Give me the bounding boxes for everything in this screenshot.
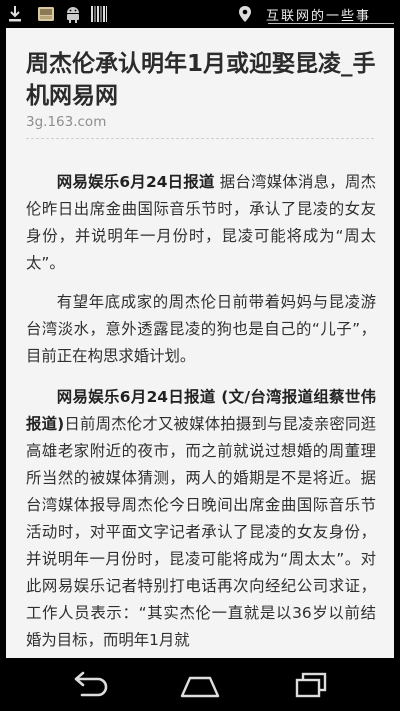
watermark-text: 互联网的一些事 xyxy=(266,9,372,24)
status-bar: 互联网的一些事 xyxy=(0,0,400,28)
home-icon[interactable] xyxy=(178,670,222,700)
article-page[interactable]: 周杰伦承认明年1月或迎娶昆凌_手机网易网 3g.163.com 网易娱乐6月24… xyxy=(6,28,394,658)
back-icon[interactable] xyxy=(68,670,110,700)
paragraph-text: 日前周杰伦才又被媒体拍摄到与昆凌亲密同逛高雄老家附近的夜市，而之前就说过想婚的周… xyxy=(26,415,376,650)
article-title: 周杰伦承认明年1月或迎娶昆凌_手机网易网 xyxy=(26,51,376,109)
location-icon xyxy=(239,6,251,22)
article-source[interactable]: 3g.163.com xyxy=(26,114,106,130)
navigation-bar xyxy=(0,658,400,711)
recent-apps-icon[interactable] xyxy=(290,670,332,700)
paragraph-lead: 网易娱乐6月24日报道 xyxy=(56,173,215,192)
title-divider xyxy=(26,138,374,139)
watermark-underline xyxy=(268,23,394,24)
download-icon xyxy=(9,6,21,22)
article-paragraph-1: 网易娱乐6月24日报道 据台湾媒体消息，周杰伦昨日出席金曲国际音乐节时，承认了昆… xyxy=(26,169,376,277)
paragraph-text: 有望年底成家的周杰伦日前带着妈妈与昆凌游台湾淡水，意外透露昆凌的狗也是自己的“儿… xyxy=(26,293,376,366)
article-paragraph-2: 有望年底成家的周杰伦日前带着妈妈与昆凌游台湾淡水，意外透露昆凌的狗也是自己的“儿… xyxy=(26,289,376,370)
android-icon xyxy=(67,7,79,23)
gallery-icon xyxy=(38,7,54,21)
barcode-icon xyxy=(91,6,107,22)
article-paragraph-3: 网易娱乐6月24日报道 (文/台湾报道组蔡世伟报道)日前周杰伦才又被媒体拍摄到与… xyxy=(26,384,376,654)
